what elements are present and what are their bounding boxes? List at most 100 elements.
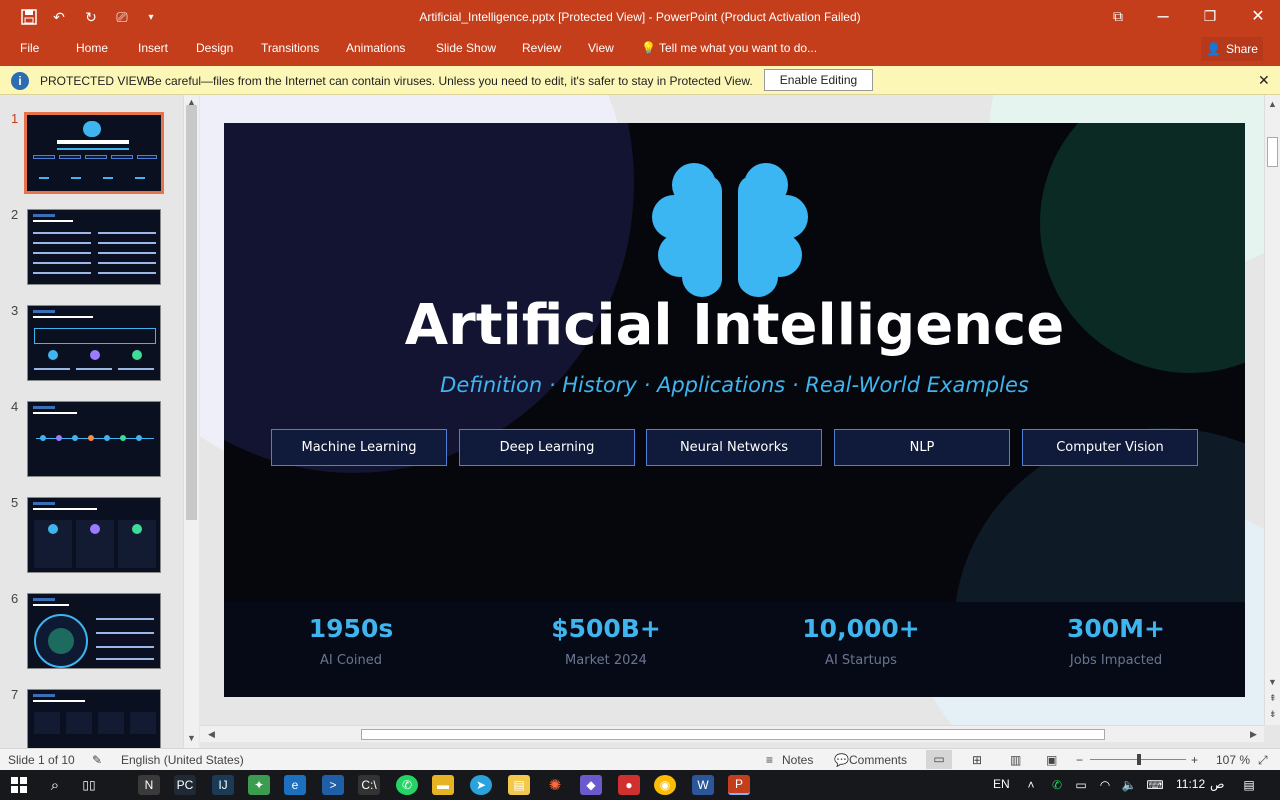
zoom-level[interactable]: 107 %: [1216, 753, 1250, 767]
input-language[interactable]: EN: [993, 777, 1010, 791]
slide-thumbnail-7[interactable]: [27, 689, 161, 748]
tab-home[interactable]: Home: [76, 41, 108, 55]
close-icon[interactable]: ✕: [1238, 4, 1278, 28]
powerpoint-icon[interactable]: P: [728, 775, 750, 795]
stat-item: 10,000+ AI Startups: [751, 614, 971, 668]
protected-view-bar: i PROTECTED VIEW Be careful—files from t…: [0, 66, 1280, 95]
zoom-out-icon[interactable]: −: [1076, 753, 1083, 767]
slide-sorter-icon[interactable]: ⊞: [972, 753, 982, 767]
zoom-slider-handle[interactable]: [1137, 754, 1141, 765]
slide-thumbnail-3[interactable]: [27, 305, 161, 381]
reading-view-icon[interactable]: ▥: [1010, 753, 1021, 767]
file-explorer-icon[interactable]: ▬: [432, 775, 454, 795]
scroll-thumb[interactable]: [1267, 137, 1278, 167]
task-view-icon[interactable]: ▯▯: [78, 775, 100, 795]
battery-icon[interactable]: ▭: [1070, 775, 1092, 795]
slide-thumbnail-4[interactable]: [27, 401, 161, 477]
topic-tag: Computer Vision: [1022, 429, 1198, 466]
intellij-icon[interactable]: IJ: [212, 775, 234, 795]
topic-tag: Machine Learning: [271, 429, 447, 466]
tell-me-box[interactable]: Tell me what you want to do...: [659, 41, 817, 55]
spell-check-icon[interactable]: ✎: [92, 753, 102, 767]
terminal-icon[interactable]: C:\: [358, 775, 380, 795]
stat-item: 300M+ Jobs Impacted: [1006, 614, 1226, 668]
previous-slide-icon[interactable]: ⇞: [1269, 693, 1277, 704]
app-icon[interactable]: ●: [618, 775, 640, 795]
tab-animations[interactable]: Animations: [346, 41, 405, 55]
whatsapp-icon[interactable]: ✆: [396, 775, 418, 795]
lightbulb-icon: 💡: [641, 41, 656, 55]
wifi-icon[interactable]: ◠: [1094, 775, 1116, 795]
keyboard-icon[interactable]: ⌨: [1144, 775, 1166, 795]
stat-value: $500B+: [551, 614, 661, 643]
notes-button[interactable]: Notes: [782, 753, 813, 767]
tab-slide-show[interactable]: Slide Show: [436, 41, 496, 55]
close-icon[interactable]: ✕: [1258, 72, 1270, 89]
normal-view-icon[interactable]: ▭: [926, 750, 952, 769]
notifications-icon[interactable]: ▤: [1238, 775, 1260, 795]
slide-number: 2: [11, 207, 19, 222]
next-slide-icon[interactable]: ⇟: [1269, 709, 1277, 720]
app-icon[interactable]: ◆: [580, 775, 602, 795]
topic-tag: Neural Networks: [646, 429, 822, 466]
app-icon[interactable]: ✦: [248, 775, 270, 795]
slide-thumbnail-2[interactable]: [27, 209, 161, 285]
edge-icon[interactable]: e: [284, 775, 306, 795]
word-icon[interactable]: W: [692, 775, 714, 795]
thumbnails-scrollbar[interactable]: ▲ ▼: [183, 95, 199, 748]
chrome-icon[interactable]: ◉: [654, 775, 676, 795]
restore-icon[interactable]: ❐: [1190, 4, 1230, 28]
current-slide[interactable]: Artificial Intelligence Definition · His…: [224, 123, 1245, 697]
volume-icon[interactable]: 🔈: [1118, 775, 1140, 795]
slide-number: 3: [11, 303, 19, 318]
protected-view-label: PROTECTED VIEW: [40, 74, 149, 88]
language-indicator[interactable]: English (United States): [121, 753, 244, 767]
tab-design[interactable]: Design: [196, 41, 233, 55]
slide-number: 1: [11, 111, 19, 126]
tab-transitions[interactable]: Transitions: [261, 41, 319, 55]
pycharm-icon[interactable]: PC: [174, 775, 196, 795]
fit-to-window-icon[interactable]: ⤢: [1258, 753, 1268, 768]
person-icon: 👤: [1206, 42, 1221, 56]
horizontal-scrollbar[interactable]: ◀ ▶: [200, 725, 1264, 742]
stats-strip: 1950s AI Coined $500B+ Market 2024 10,00…: [224, 602, 1245, 697]
windows-taskbar: ⌕ ▯▯ N PC IJ ✦ e > C:\ ✆ ▬ ➤ ▤ ✺ ◆ ● ◉ W…: [0, 770, 1280, 800]
scroll-thumb[interactable]: [361, 729, 1105, 740]
notion-icon[interactable]: N: [138, 775, 160, 795]
stat-label: Market 2024: [565, 653, 647, 668]
topic-tag: NLP: [834, 429, 1010, 466]
tab-file[interactable]: File: [20, 41, 39, 55]
tab-view[interactable]: View: [588, 41, 614, 55]
vertical-scrollbar[interactable]: ▲ ▼ ⇞ ⇟: [1264, 95, 1280, 725]
share-button[interactable]: 👤 Share: [1201, 37, 1263, 61]
slide-thumbnail-6[interactable]: [27, 593, 161, 669]
notes-app-icon[interactable]: ▤: [508, 775, 530, 795]
slide-show-icon[interactable]: ▣: [1046, 753, 1057, 767]
stat-value: 10,000+: [802, 614, 920, 643]
slide-number: 6: [11, 591, 19, 606]
show-hidden-icons[interactable]: ˄: [1020, 775, 1042, 795]
whatsapp-tray-icon[interactable]: ✆: [1046, 775, 1068, 795]
powershell-icon[interactable]: >: [322, 775, 344, 795]
tab-insert[interactable]: Insert: [138, 41, 168, 55]
comments-button[interactable]: Comments: [849, 753, 907, 767]
zoom-in-icon[interactable]: +: [1191, 753, 1198, 767]
minimize-icon[interactable]: –: [1143, 4, 1183, 28]
slide-thumbnail-1[interactable]: [24, 112, 164, 194]
clock-time[interactable]: 11:12: [1176, 777, 1205, 791]
stat-label: Jobs Impacted: [1069, 653, 1163, 668]
scroll-thumb[interactable]: [186, 105, 197, 520]
claude-icon[interactable]: ✺: [544, 775, 566, 795]
windows-start-icon[interactable]: [8, 775, 30, 795]
slide-thumbnail-5[interactable]: [27, 497, 161, 573]
title-bar: ↶ ↻ ⎚ ▾ Artificial_Intelligence.pptx [Pr…: [0, 0, 1280, 35]
telegram-icon[interactable]: ➤: [470, 775, 492, 795]
ribbon-display-options-icon[interactable]: ⧉: [1098, 4, 1138, 28]
enable-editing-button[interactable]: Enable Editing: [764, 69, 873, 91]
slide-title: Artificial Intelligence: [404, 293, 1065, 358]
slide-number: 5: [11, 495, 19, 510]
tab-review[interactable]: Review: [522, 41, 561, 55]
search-icon[interactable]: ⌕: [44, 775, 66, 795]
stat-label: AI Coined: [320, 653, 382, 668]
slide-thumbnails-pane: 1 2 3 4 5 6 7: [0, 95, 200, 748]
